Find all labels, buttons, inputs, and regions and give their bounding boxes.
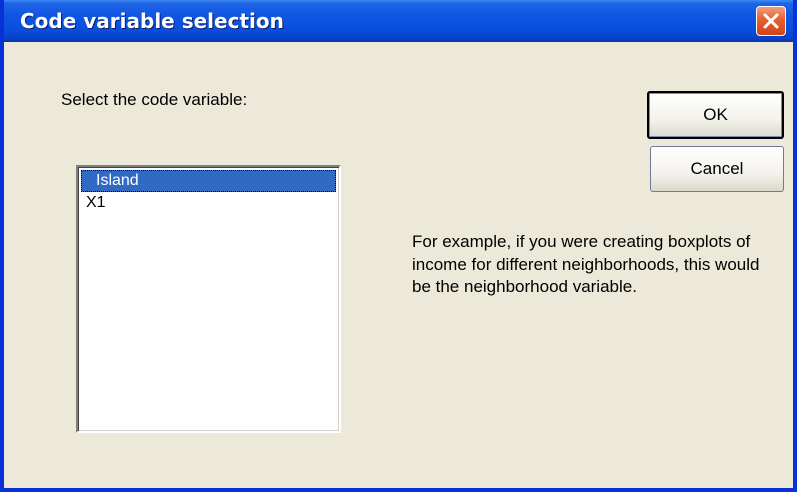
ok-button[interactable]: OK	[647, 91, 784, 139]
select-variable-label: Select the code variable:	[61, 90, 248, 109]
variable-listbox[interactable]: Island X1	[76, 165, 341, 433]
close-button[interactable]	[756, 6, 786, 36]
title-bar[interactable]: Code variable selection	[4, 0, 793, 42]
dialog-window: Code variable selection Select the code …	[0, 0, 797, 492]
close-icon	[763, 13, 779, 29]
window-title: Code variable selection	[20, 9, 284, 33]
cancel-button[interactable]: Cancel	[650, 146, 784, 192]
help-text: For example, if you were creating boxplo…	[412, 232, 760, 296]
list-item[interactable]: X1	[81, 192, 336, 214]
list-item[interactable]: Island	[81, 170, 336, 192]
